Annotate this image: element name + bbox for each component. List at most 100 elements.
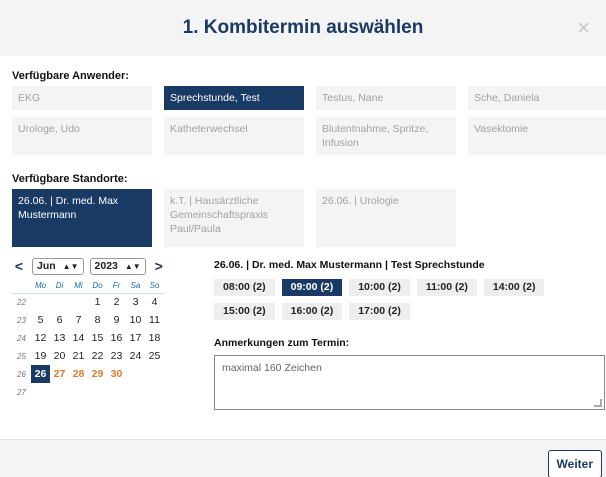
week-number: 24	[17, 333, 26, 343]
calendar-day[interactable]: 6	[50, 311, 69, 329]
notes-textarea[interactable]: maximal 160 Zeichen	[214, 355, 605, 410]
anwender-option[interactable]: Urologe, Udo	[12, 117, 152, 155]
calendar-empty-cell	[126, 383, 145, 401]
calendar-day[interactable]: 28	[69, 365, 88, 383]
calendar: < Jun ▲▼ 2023 ▲▼ > Mo Di Mi Do Fr Sa So 22 1 2 3 4…	[12, 257, 178, 410]
calendar-day[interactable]: 12	[31, 329, 50, 347]
calendar-week-row: 25 19 20 21 22 23 24 25	[12, 347, 164, 365]
calendar-day[interactable]: 5	[31, 311, 50, 329]
modal-title: 1. Kombitermin auswählen	[182, 17, 424, 38]
calendar-week-row: 27	[12, 383, 164, 401]
calendar-empty-cell	[88, 383, 107, 401]
calendar-day[interactable]: 4	[145, 293, 164, 311]
year-value: 2023	[94, 260, 118, 272]
time-slot-button[interactable]: 09:00 (2)	[281, 279, 343, 296]
calendar-day[interactable]: 22	[88, 347, 107, 365]
time-slot-button[interactable]: 14:00 (2)	[483, 279, 545, 296]
select-caret-icon: ▲▼	[62, 261, 79, 271]
calendar-day[interactable]: 11	[145, 311, 164, 329]
anwender-option[interactable]: Testus, Nane	[316, 86, 456, 110]
calendar-day[interactable]: 13	[50, 329, 69, 347]
anwender-option[interactable]: Katheterwechsel	[164, 117, 304, 155]
calendar-week-row: 24 12 13 14 15 16 17 18	[12, 329, 164, 347]
calendar-day[interactable]: 3	[126, 293, 145, 311]
month-select[interactable]: Jun ▲▼	[32, 257, 84, 275]
month-value: Jun	[37, 260, 56, 272]
anwender-label: Verfügbare Anwender:	[12, 70, 129, 82]
prev-month-icon[interactable]: <	[12, 258, 26, 274]
calendar-header: < Jun ▲▼ 2023 ▲▼ >	[12, 257, 178, 275]
calendar-day[interactable]: 30	[107, 365, 126, 383]
week-number: 26	[17, 369, 26, 379]
calendar-day[interactable]: 24	[126, 347, 145, 365]
week-number: 22	[17, 297, 26, 307]
anwender-option[interactable]: Vasektomie	[468, 117, 606, 155]
standort-option[interactable]: 26.06. | Dr. med. Max Mustermann	[12, 189, 152, 247]
close-icon[interactable]: ×	[577, 15, 590, 41]
calendar-day[interactable]: 29	[88, 365, 107, 383]
time-slot-button[interactable]: 15:00 (2)	[214, 303, 275, 320]
calendar-empty-cell	[107, 383, 126, 401]
standorte-grid: 26.06. | Dr. med. Max Mustermann k.T. | H…	[12, 189, 594, 247]
calendar-empty-cell	[145, 383, 164, 401]
calendar-day[interactable]: 2	[107, 293, 126, 311]
calendar-day[interactable]: 16	[107, 329, 126, 347]
time-slot-button[interactable]: 08:00 (2)	[214, 279, 275, 296]
week-number: 23	[17, 315, 26, 325]
calendar-day[interactable]: 27	[50, 365, 69, 383]
standort-option[interactable]: k.T. | Hausärztliche Gemeinschaftspraxis…	[164, 189, 304, 247]
calendar-empty-cell	[31, 383, 50, 401]
calendar-day[interactable]: 25	[145, 347, 164, 365]
calendar-empty-cell	[50, 383, 69, 401]
anwender-option[interactable]: Sche, Daniela	[468, 86, 606, 110]
calendar-day[interactable]: 19	[31, 347, 50, 365]
calendar-week-row: 22 1 2 3 4	[12, 293, 164, 311]
calendar-day[interactable]: 26	[31, 365, 50, 383]
calendar-day[interactable]: 9	[107, 311, 126, 329]
slot-panel: 26.06. | Dr. med. Max Mustermann | Test …	[214, 257, 605, 410]
time-slot-button[interactable]: 17:00 (2)	[349, 303, 410, 320]
weekday-header: Sa	[126, 279, 145, 294]
standort-option[interactable]: 26.06. | Urologie	[316, 189, 456, 247]
modal-header: 1. Kombitermin auswählen ×	[0, 0, 606, 56]
weekday-header: Fr	[107, 279, 126, 294]
week-number: 25	[17, 351, 26, 361]
resize-handle-icon[interactable]	[594, 399, 602, 407]
week-number: 27	[17, 387, 26, 397]
calendar-day[interactable]: 17	[126, 329, 145, 347]
standorte-label: Verfügbare Standorte:	[12, 173, 128, 185]
time-slot-button[interactable]: 16:00 (2)	[281, 303, 343, 320]
calendar-day[interactable]: 20	[50, 347, 69, 365]
calendar-day[interactable]: 8	[88, 311, 107, 329]
calendar-day[interactable]: 23	[107, 347, 126, 365]
weekday-header: So	[145, 279, 164, 294]
anwender-option[interactable]: Blutentnahme, Spritze, Infusion	[316, 117, 456, 155]
time-slot-button[interactable]: 11:00 (2)	[416, 279, 477, 296]
weekday-header: Do	[88, 279, 107, 294]
anwender-option[interactable]: Sprechstunde, Test	[164, 86, 304, 110]
calendar-grid: Mo Di Mi Do Fr Sa So 22 1 2 3 4 23 5 6 7 8 9 10 11 24 12 13 14…	[12, 279, 164, 401]
calendar-day[interactable]: 21	[69, 347, 88, 365]
weekday-header: Mi	[69, 279, 88, 294]
calendar-day[interactable]: 14	[69, 329, 88, 347]
year-select[interactable]: 2023 ▲▼	[89, 257, 146, 275]
calendar-empty-cell	[126, 365, 145, 383]
next-month-icon[interactable]: >	[152, 258, 166, 274]
calendar-day[interactable]: 18	[145, 329, 164, 347]
anwender-option[interactable]: EKG	[12, 86, 152, 110]
calendar-week-row: 23 5 6 7 8 9 10 11	[12, 311, 164, 329]
calendar-day[interactable]: 10	[126, 311, 145, 329]
slot-list: 08:00 (2) 09:00 (2) 10:00 (2) 11:00 (2) 14:0…	[214, 279, 604, 320]
calendar-empty-cell	[31, 293, 50, 311]
select-caret-icon: ▲▼	[124, 261, 141, 271]
notes-label: Anmerkungen zum Termin:	[214, 337, 350, 349]
next-button[interactable]: Weiter	[547, 450, 602, 477]
time-slot-button[interactable]: 10:00 (2)	[349, 279, 410, 296]
calendar-empty-cell	[50, 293, 69, 311]
slot-title: 26.06. | Dr. med. Max Mustermann | Test …	[214, 259, 485, 271]
calendar-day[interactable]: 7	[69, 311, 88, 329]
modal-body: Verfügbare Anwender: EKG Sprechstunde, Te…	[0, 56, 606, 410]
calendar-day[interactable]: 15	[88, 329, 107, 347]
modal-footer: Weiter	[0, 439, 606, 477]
calendar-day[interactable]: 1	[88, 293, 107, 311]
